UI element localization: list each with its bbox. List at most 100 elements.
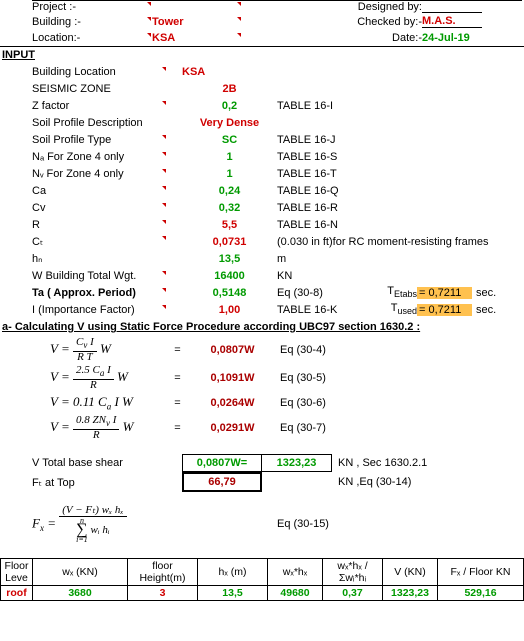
ref-ca: TABLE 16-Q (277, 185, 367, 197)
val-w: 16400 (182, 270, 277, 282)
date-label: Date:- (332, 32, 422, 44)
lbl-ca: Ca (32, 185, 46, 197)
eq3-formula: V = 0.11 Ca I W (50, 394, 170, 412)
eq4-ref: Eq (30-7) (280, 422, 370, 434)
ref-w: KN (277, 270, 367, 282)
ref-cv: TABLE 16-R (277, 202, 367, 214)
eq1-ref: Eq (30-4) (280, 344, 370, 356)
lbl-i: I (Importance Factor) (32, 304, 135, 316)
val-r: 5,5 (182, 219, 277, 231)
location-label: Location:- (32, 32, 80, 44)
eq3-ref: Eq (30-6) (280, 397, 370, 409)
td-wxhx: 49680 (268, 586, 323, 601)
ft-row: Fₜ at Top 66,79 KN ,Eq (30-14) (0, 472, 524, 492)
th-wx: wₓ (KN) (33, 559, 128, 586)
ref-nv: TABLE 16-T (277, 168, 367, 180)
lbl-st: Soil Profile Type (32, 134, 111, 146)
vtotal-note: KN , Sec 1630.2.1 (332, 457, 427, 469)
lbl-w: W Building Total Wgt. (32, 270, 136, 282)
th-floor: Floor Leve (1, 559, 33, 586)
eq1-formula: V = Cv IR T W (50, 337, 170, 363)
lbl-r: R (32, 219, 40, 231)
fx-ref: Eq (30-15) (277, 518, 329, 530)
eq4-formula: V = 0.8 ZNv IR W (50, 415, 170, 441)
fx-row: Fx = (V − Fₜ) wₓ hₓ n ∑ i=1 wᵢ hᵢ Eq (30… (0, 498, 524, 550)
eq4-val: 0,0291W (185, 422, 280, 434)
val-ca: 0,24 (182, 185, 277, 197)
eq2-ref: Eq (30-5) (280, 372, 370, 384)
val-i: 1,00 (182, 304, 277, 316)
table-row: roof 3680 3 13,5 49680 0,37 1323,23 529,… (1, 586, 524, 601)
ft-label: Fₜ at Top (32, 476, 182, 489)
checked-val: M.A.S. (422, 15, 482, 28)
val-st: SC (182, 134, 277, 146)
vtotal-coeff: 0,0807W= (182, 454, 262, 472)
td-fx: 529,16 (438, 586, 524, 601)
lbl-sd: Soil Profile Description (32, 117, 182, 129)
th-ratio: wₓ*hₓ /Σwᵢ*hᵢ (323, 559, 383, 586)
section-a-title: a- Calculating V using Static Force Proc… (0, 318, 524, 336)
ref-hn: m (277, 253, 367, 265)
checked-label: Checked by:- (332, 16, 422, 28)
eq3-val: 0,0264W (185, 397, 280, 409)
input-block: Building Location KSA SEISMIC ZONE 2B Z … (0, 63, 524, 318)
ref-na: TABLE 16-S (277, 151, 367, 163)
ref-ct: (0.030 in ft)for RC moment-resisting fra… (277, 236, 524, 248)
vtotal-row: V Total base shear 0,0807W= 1323,23 KN ,… (0, 454, 524, 472)
val-hn: 13,5 (182, 253, 277, 265)
input-title: INPUT (0, 47, 524, 63)
lbl-cv: Cv (32, 202, 45, 214)
ft-note: KN ,Eq (30-14) (332, 476, 411, 488)
val-ct: 0,0731 (182, 236, 277, 248)
eq2-formula: V = 2.5 Ca IR W (50, 365, 170, 391)
tused-val: = 0,7211 (417, 304, 472, 316)
building-val: Tower (152, 16, 184, 28)
ref-z: TABLE 16-I (277, 100, 367, 112)
th-wxhx: wₓ*hₓ (268, 559, 323, 586)
lbl-ct: Cₜ (32, 236, 43, 248)
td-hx: 13,5 (198, 586, 268, 601)
th-v: V (KN) (383, 559, 438, 586)
vtotal-label: V Total base shear (32, 457, 182, 469)
lbl-z: Z factor (32, 100, 69, 112)
lbl-bl: Building Location (32, 66, 116, 78)
lbl-hn: hₙ (32, 252, 182, 265)
ref-ta: Eq (30-8) (277, 287, 367, 299)
val-cv: 0,32 (182, 202, 277, 214)
val-sd: Very Dense (182, 117, 277, 129)
val-sz: 2B (182, 83, 277, 95)
building-label: Building :- (32, 16, 81, 28)
td-wx: 3680 (33, 586, 128, 601)
lbl-ta: Ta ( Approx. Period) (32, 287, 136, 299)
header-area: Project :- Designed by: (0, 0, 524, 13)
ref-st: TABLE 16-J (277, 134, 367, 146)
val-na: 1 (182, 151, 277, 163)
tetabs-val: = 0,7211 (417, 287, 472, 299)
td-v: 1323,23 (383, 586, 438, 601)
table-header-row: Floor Leve wₓ (KN) floor Height(m) hₓ (m… (1, 559, 524, 586)
ft-val: 66,79 (182, 472, 262, 492)
lbl-na: Nₐ For Zone 4 only (32, 151, 124, 163)
designed-label: Designed by: (332, 0, 422, 13)
lbl-sz: SEISMIC ZONE (32, 83, 182, 95)
equations-block: V = Cv IR T W = 0,0807W Eq (30-4) V = 2.… (0, 336, 524, 442)
date-val: 24-Jul-19 (422, 32, 482, 44)
project-label: Project :- (32, 1, 76, 13)
tused-unit: sec. (472, 304, 502, 316)
eq1-val: 0,0807W (185, 344, 280, 356)
val-nv: 1 (182, 168, 277, 180)
th-fx: Fₓ / Floor KN (438, 559, 524, 586)
ref-r: TABLE 16-N (277, 219, 367, 231)
td-floor: roof (1, 586, 33, 601)
location-val: KSA (152, 32, 175, 44)
fx-formula: Fx = (V − Fₜ) wₓ hₓ n ∑ i=1 wᵢ hᵢ (32, 505, 212, 544)
td-fh: 3 (128, 586, 198, 601)
th-hx: hₓ (m) (198, 559, 268, 586)
th-fh: floor Height(m) (128, 559, 198, 586)
floor-table: Floor Leve wₓ (KN) floor Height(m) hₓ (m… (0, 558, 524, 601)
eq2-val: 0,1091W (185, 372, 280, 384)
vtotal-val: 1323,23 (262, 454, 332, 472)
lbl-nv: Nᵥ For Zone 4 only (32, 168, 124, 180)
ref-i: TABLE 16-K (277, 304, 367, 316)
tetabs-unit: sec. (472, 287, 502, 299)
